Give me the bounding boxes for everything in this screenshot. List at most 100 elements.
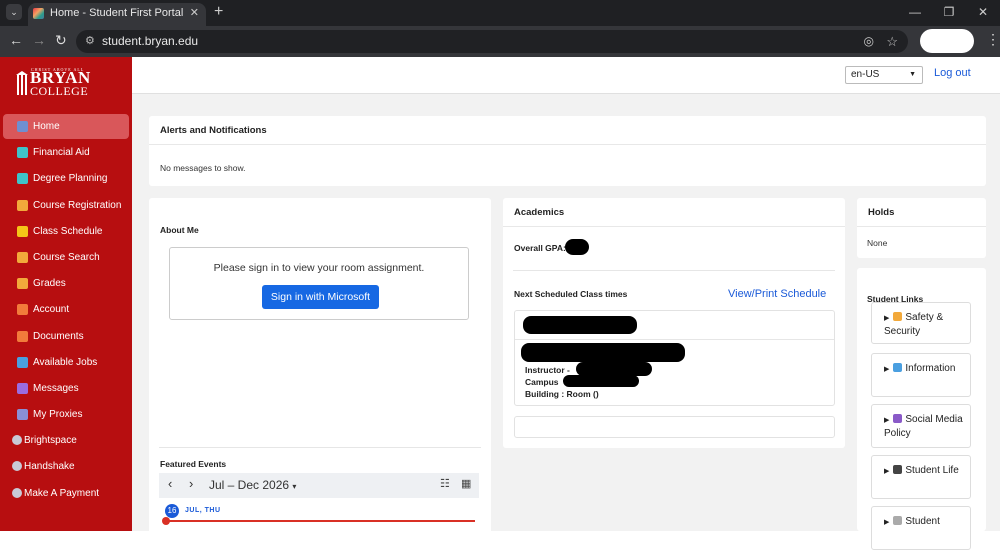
browser-tab-bar: ⌄ Home - Student First Portal ✕ + — ❐ ✕ (0, 0, 1000, 26)
sign-in-microsoft-button[interactable]: Sign in with Microsoft (262, 285, 379, 309)
sidebar-item-label: Class Schedule (33, 225, 103, 237)
student-link-information[interactable]: ▶ Information (871, 353, 971, 397)
sidebar-item-messages[interactable]: Messages (3, 376, 129, 401)
view-print-schedule-link[interactable]: View/Print Schedule (728, 288, 826, 300)
alerts-title: Alerts and Notifications (149, 116, 986, 145)
bookmark-star-icon[interactable]: ☆ (886, 30, 898, 53)
next-class-label: Next Scheduled Class times (514, 289, 628, 299)
sidebar-item-label: Course Registration (33, 199, 122, 211)
day-number-badge[interactable]: 16 (165, 504, 179, 518)
forward-icon[interactable]: → (32, 32, 46, 48)
sidebar: CHRIST ABOVE ALL BRYAN COLLEGE Home Finan… (0, 57, 132, 531)
url-text: student.bryan.edu (102, 34, 199, 48)
student-links-card: Student Links ▶ Safety & Security ▶ Informa… (857, 268, 986, 550)
calendar-icon[interactable]: ▦ (461, 477, 471, 490)
course-redacted (523, 316, 637, 334)
briefcase-icon (17, 356, 28, 368)
student-link-label: Student (905, 516, 940, 527)
caret-down-icon: ▼ (909, 71, 916, 78)
sidebar-item-label: Course Search (33, 252, 100, 263)
site-info-icon[interactable]: ⚙ (85, 30, 95, 53)
calendar-range[interactable]: Jul – Dec 2026 ▾ (209, 478, 296, 492)
student-link-label: Student Life (905, 465, 959, 476)
sidebar-item-account[interactable]: Account (3, 297, 129, 322)
graduation-cap-icon (893, 465, 903, 474)
sidebar-item-brightspace[interactable]: Brightspace (3, 428, 129, 453)
sidebar-item-course-search[interactable]: Course Search (3, 245, 129, 270)
sidebar-item-class-schedule[interactable]: Class Schedule (3, 219, 129, 244)
close-tab-icon[interactable]: ✕ (190, 3, 199, 24)
gpa-label: Overall GPA: (514, 243, 566, 253)
sidebar-item-make-a-payment[interactable]: Make A Payment (3, 481, 129, 506)
proxies-icon (17, 409, 28, 421)
academics-title: Academics (503, 198, 845, 227)
alerts-card: Alerts and Notifications No messages to … (149, 116, 986, 186)
documents-icon (17, 330, 28, 342)
signin-message: Please sign in to view your room assignm… (213, 262, 425, 274)
student-link-social-media-policy[interactable]: ▶ Social Media Policy (871, 404, 971, 448)
student-link-student-life[interactable]: ▶ Student Life (871, 455, 971, 499)
bryan-college-logo[interactable]: CHRIST ABOVE ALL BRYAN COLLEGE (14, 67, 90, 99)
browser-tab[interactable]: Home - Student First Portal ✕ (28, 3, 206, 26)
sidebar-item-label: Brightspace (24, 435, 77, 446)
close-window-icon[interactable]: ✕ (966, 0, 1000, 24)
minimize-icon[interactable]: — (898, 0, 932, 24)
sidebar-item-financial-aid[interactable]: Financial Aid (3, 140, 129, 165)
new-tab-button[interactable]: + (214, 3, 223, 21)
tab-search-button[interactable]: ⌄ (6, 4, 22, 20)
calendar-toolbar: ‹ › Jul – Dec 2026 ▾ ☷ ▦ (159, 473, 479, 498)
prev-month-icon[interactable]: ‹ (168, 476, 172, 491)
sidebar-item-course-registration[interactable]: Course Registration (3, 193, 129, 218)
graduation-cap-icon (17, 199, 28, 211)
student-link-label: Information (905, 363, 956, 374)
about-me-card: About Me Please sign in to view your roo… (149, 198, 491, 538)
back-icon[interactable]: ← (9, 32, 23, 48)
sidebar-item-grades[interactable]: Grades (3, 271, 129, 296)
eye-off-icon[interactable]: ◎ (864, 30, 874, 53)
sidebar-item-degree-planning[interactable]: Degree Planning (3, 166, 129, 191)
sidebar-item-label: Make A Payment (24, 487, 100, 499)
academics-card: Academics Overall GPA: Next Scheduled Cl… (503, 198, 845, 448)
divider (513, 270, 835, 271)
instructor-redacted (576, 362, 652, 376)
reload-icon[interactable]: ↻ (55, 32, 67, 49)
lock-icon (893, 312, 903, 321)
main-content: en-US ▼ Log out Alerts and Notifications… (132, 57, 1000, 550)
sidebar-item-available-jobs[interactable]: Available Jobs (3, 350, 129, 375)
alerts-message: No messages to show. (160, 163, 246, 173)
info-icon (893, 363, 903, 372)
sidebar-item-label: Available Jobs (33, 356, 98, 368)
sidebar-item-label: Account (33, 304, 70, 316)
globe-icon (12, 487, 22, 498)
address-bar[interactable]: ⚙ student.bryan.edu ◎ ☆ (76, 30, 908, 53)
menu-icon[interactable]: ⋮ (986, 31, 1000, 48)
restore-icon[interactable]: ❐ (932, 0, 966, 24)
degree-planning-icon (17, 173, 28, 185)
holds-card: Holds None (857, 198, 986, 258)
sidebar-item-documents[interactable]: Documents (3, 324, 129, 349)
student-link-student[interactable]: ▶ Student (871, 506, 971, 550)
favicon-icon (33, 8, 44, 19)
class-schedule-box: Instructor - Campus Building : Room () (514, 310, 835, 406)
divider (159, 447, 481, 448)
expand-arrow-icon: ▶ (884, 417, 890, 424)
logout-link[interactable]: Log out (934, 67, 971, 79)
sidebar-item-label: Degree Planning (33, 173, 108, 185)
expand-arrow-icon: ▶ (884, 519, 890, 526)
sidebar-item-my-proxies[interactable]: My Proxies (3, 402, 129, 427)
browser-toolbar: ← → ↻ ⚙ student.bryan.edu ◎ ☆ ⋮ (0, 26, 1000, 57)
day-label: JUL, THU (185, 507, 221, 514)
room-assignment-box: Please sign in to view your room assignm… (169, 247, 469, 320)
book-icon (893, 414, 903, 423)
profile-avatar[interactable] (920, 29, 974, 53)
instructor-label: Instructor - (525, 365, 570, 375)
student-link-safety-security[interactable]: ▶ Safety & Security (871, 302, 971, 344)
columns-icon (16, 71, 28, 95)
language-select[interactable]: en-US ▼ (845, 66, 923, 84)
home-icon (17, 121, 28, 132)
sidebar-item-home[interactable]: Home (3, 114, 129, 139)
next-month-icon[interactable]: › (189, 476, 193, 491)
grades-icon (17, 278, 28, 290)
agenda-icon[interactable]: ☷ (440, 477, 450, 490)
sidebar-item-handshake[interactable]: Handshake (3, 454, 129, 479)
